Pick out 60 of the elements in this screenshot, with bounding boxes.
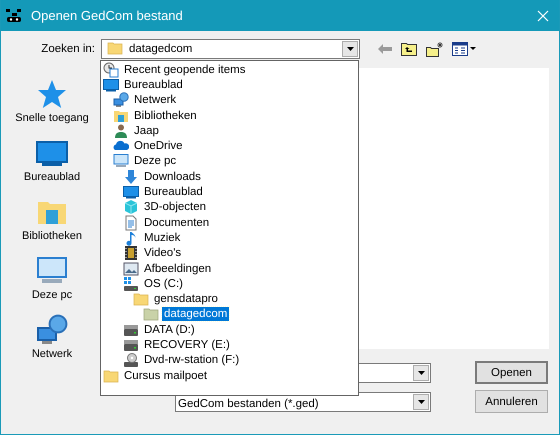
location-item[interactable]: Bibliotheken bbox=[132, 108, 199, 123]
cube-icon bbox=[123, 199, 139, 216]
folder-icon bbox=[107, 40, 123, 56]
location-item[interactable]: Video's bbox=[142, 246, 184, 260]
folder-icon bbox=[133, 291, 149, 308]
location-item[interactable]: Cursus mailpoet bbox=[122, 368, 210, 383]
folder-icon bbox=[143, 306, 159, 322]
places-item[interactable]: Deze pc bbox=[32, 255, 72, 301]
up-folder-icon[interactable] bbox=[401, 42, 417, 56]
look-in-combo[interactable]: datagedcom bbox=[101, 39, 360, 59]
places-item[interactable]: Bibliotheken bbox=[22, 196, 82, 242]
person-icon bbox=[113, 122, 129, 139]
places-item[interactable]: Netwerk bbox=[32, 314, 72, 360]
location-item[interactable]: OS (C:) bbox=[142, 276, 185, 291]
location-item[interactable]: Bureaublad bbox=[122, 78, 185, 92]
cancel-button[interactable]: Annuleren bbox=[475, 390, 548, 413]
close-icon[interactable] bbox=[537, 10, 549, 22]
places-item[interactable]: Snelle toegang bbox=[15, 78, 89, 124]
film-icon bbox=[123, 245, 139, 262]
caret-icon bbox=[346, 47, 354, 51]
look-in-value: datagedcom bbox=[129, 43, 194, 55]
computer-icon bbox=[113, 153, 129, 170]
location-item[interactable]: datagedcom bbox=[162, 307, 230, 322]
caret-icon bbox=[418, 400, 424, 404]
app-icon bbox=[5, 8, 23, 24]
open-button[interactable]: Openen bbox=[475, 361, 548, 384]
landscape-image-icon bbox=[123, 260, 139, 277]
new-folder-icon[interactable] bbox=[426, 42, 443, 56]
location-item[interactable]: OneDrive bbox=[132, 139, 185, 154]
view-menu-icon[interactable] bbox=[452, 42, 476, 56]
location-item[interactable]: Deze pc bbox=[132, 154, 178, 168]
location-item[interactable]: RECOVERY (E:) bbox=[142, 338, 232, 352]
download-arrow-icon bbox=[123, 168, 139, 185]
location-item[interactable]: gensdatapro bbox=[152, 292, 220, 306]
places-item[interactable]: Bureaublad bbox=[24, 137, 80, 183]
folder-icon bbox=[103, 368, 119, 384]
location-item[interactable]: Documenten bbox=[142, 216, 212, 230]
location-item[interactable]: Recent geopende items bbox=[122, 62, 248, 77]
drive-icon bbox=[123, 337, 139, 353]
drive-icon bbox=[123, 276, 139, 292]
document-icon bbox=[123, 214, 139, 231]
location-item[interactable]: Jaap bbox=[132, 124, 161, 138]
location-item[interactable]: Netwerk bbox=[132, 93, 178, 108]
look-in-label: Zoeken in: bbox=[40, 43, 96, 55]
location-item[interactable]: 3D-objecten bbox=[142, 200, 208, 214]
location-item[interactable]: DATA (D:) bbox=[142, 322, 197, 337]
star-icon bbox=[36, 78, 68, 110]
window-title: Openen GedCom bestand bbox=[31, 8, 184, 23]
disc-drive-icon bbox=[123, 352, 139, 368]
file-type-value: GedCom bestanden (*.ged) bbox=[178, 396, 320, 410]
location-item[interactable]: Muziek bbox=[142, 230, 182, 245]
location-item[interactable]: Downloads bbox=[142, 170, 203, 184]
monitor-icon bbox=[123, 184, 139, 200]
globe-computer-icon bbox=[36, 314, 68, 346]
location-item[interactable]: Afbeeldingen bbox=[142, 262, 214, 276]
caret-icon bbox=[418, 370, 424, 374]
location-item[interactable]: Bureaublad bbox=[142, 185, 205, 200]
globe-computer-icon bbox=[113, 92, 129, 108]
location-item[interactable]: Dvd-rw-station (F:) bbox=[142, 353, 242, 368]
monitor-icon bbox=[103, 76, 119, 93]
